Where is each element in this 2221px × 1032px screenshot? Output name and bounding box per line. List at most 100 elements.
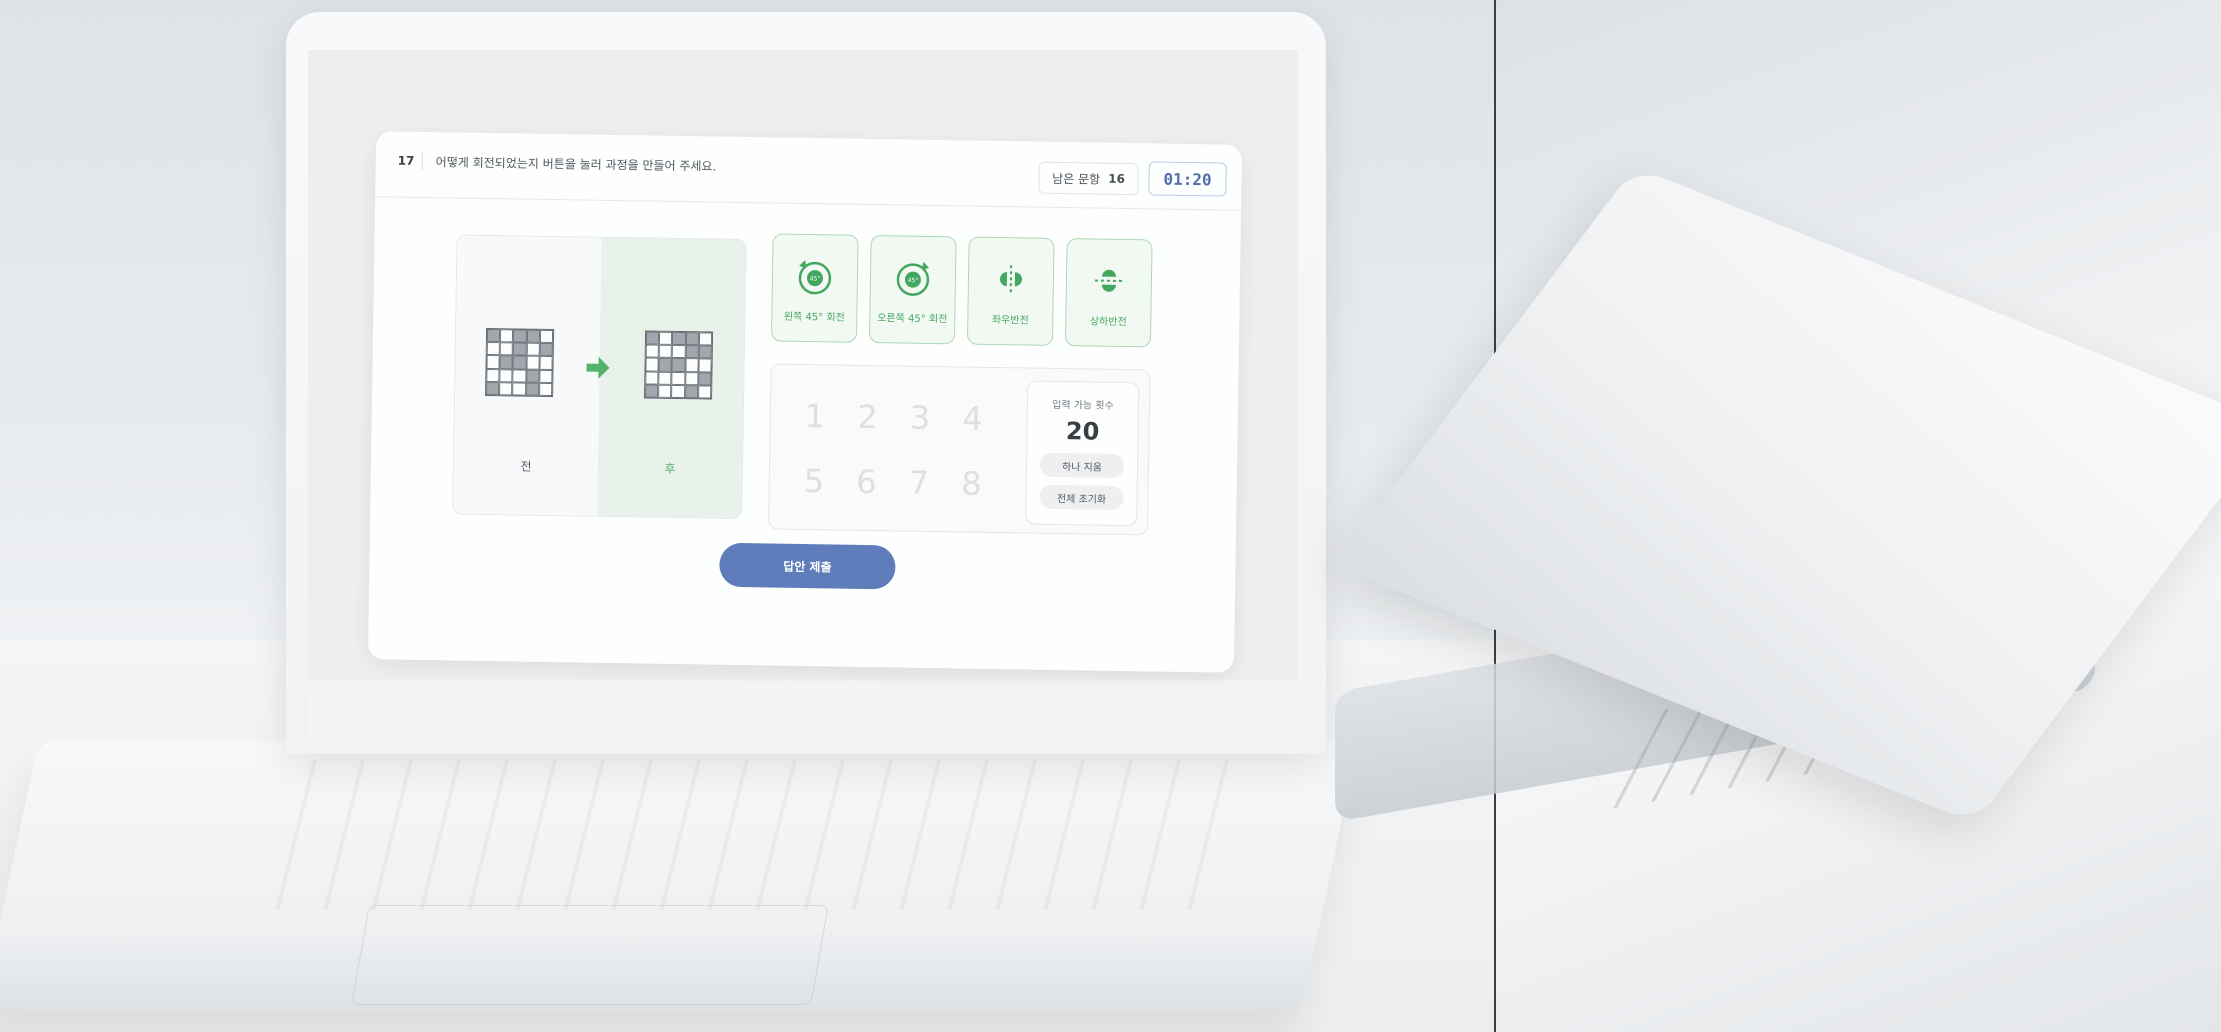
grid-cell (684, 371, 699, 386)
screen-bezel-bottom (308, 680, 1298, 742)
grid-cell (486, 328, 501, 343)
remaining-questions-badge: 남은 문항 16 (1038, 161, 1139, 196)
grid-cell (499, 381, 513, 396)
grid-cell (671, 371, 686, 385)
grid-cell (658, 344, 673, 359)
step-slot-5: 5 (803, 461, 825, 500)
laptop-keyboard (231, 760, 1269, 910)
step-slot-1: 1 (804, 396, 826, 435)
flip-vertical-button[interactable]: 상하반전 (1064, 238, 1153, 348)
grid-cell (672, 331, 686, 346)
after-grid (644, 330, 714, 400)
grid-cell (539, 356, 553, 370)
grid-cell (645, 344, 660, 359)
grid-cell (645, 371, 659, 385)
question-header: 17 어떻게 회전되었는지 버튼을 눌러 과정을 만들어 주세요. 남은 문항 … (375, 131, 1243, 211)
grid-cell (698, 332, 713, 346)
input-count-value: 20 (1065, 417, 1100, 446)
grid-cell (513, 329, 527, 343)
grid-cell (685, 332, 699, 346)
input-count-box: 입력 가능 횟수 20 하나 지움 전체 초기화 (1025, 380, 1140, 527)
grid-cell (659, 331, 673, 346)
rotate-right-badge: 45° (908, 277, 919, 284)
grid-cell (539, 329, 554, 344)
grid-cell (525, 369, 540, 383)
rotate-right-45-button[interactable]: 45° 오른쪽 45° 회전 (868, 235, 957, 345)
grid-cell (697, 385, 712, 399)
flip-horizontal-button[interactable]: 좌우반전 (966, 236, 1055, 346)
remaining-label: 남은 문항 (1052, 171, 1101, 187)
grid-cell (658, 358, 673, 372)
before-after-panel: 전 후 (452, 234, 747, 520)
transform-tools: 45° 왼쪽 45° 회전 45° 오른쪽 45° 회전 좌우반전 상하반전 (770, 233, 1153, 357)
grid-cell (513, 342, 527, 357)
countdown-timer: 01:20 (1148, 161, 1227, 197)
question-number: 17 (397, 153, 415, 168)
question-text: 어떻게 회전되었는지 버튼을 눌러 과정을 만들어 주세요. (435, 155, 717, 174)
grid-cell (526, 342, 540, 357)
rotate-left-45-icon: 45° (798, 259, 832, 294)
grid-cell (538, 382, 553, 397)
step-slot-2: 2 (857, 397, 878, 436)
grid-cell (645, 331, 660, 345)
grid-cell (512, 369, 527, 383)
grid-cell (685, 345, 699, 359)
grid-cell (499, 355, 514, 370)
grid-cell (486, 368, 500, 382)
grid-cell (525, 382, 540, 396)
closed-laptop (1334, 166, 2221, 824)
grid-cell (499, 368, 513, 383)
grid-cell (499, 342, 514, 356)
flip-horizontal-icon (999, 264, 1022, 293)
after-label: 후 (664, 461, 676, 476)
grid-cell (658, 371, 672, 385)
grid-cell (486, 342, 501, 356)
grid-cell (684, 384, 699, 399)
grid-cell (526, 356, 540, 370)
step-number-grid: 1 2 3 4 5 6 7 8 (787, 383, 999, 516)
input-count-label: 입력 가능 횟수 (1052, 399, 1114, 412)
rotate-right-45-icon: 45° (896, 261, 930, 296)
grid-cell (539, 343, 553, 357)
grid-cell (671, 358, 686, 372)
grid-cell (486, 355, 500, 369)
flip-horizontal-label: 좌우반전 (991, 314, 1029, 327)
undo-one-button[interactable]: 하나 지움 (1039, 452, 1125, 479)
grid-cell (698, 358, 712, 373)
before-label: 전 (520, 459, 532, 474)
grid-cell (526, 329, 540, 344)
step-slot-6: 6 (856, 462, 877, 501)
grid-cell (698, 371, 712, 386)
grid-cell (486, 381, 500, 396)
grid-cell (512, 355, 527, 370)
grid-cell (685, 358, 699, 372)
grid-cell (512, 382, 526, 396)
before-grid (485, 327, 555, 398)
test-app-window: 17 어떻게 회전되었는지 버튼을 눌러 과정을 만들어 주세요. 남은 문항 … (367, 131, 1243, 673)
step-slot-7: 7 (908, 463, 930, 502)
header-separator (421, 151, 423, 170)
rotate-right-45-label: 오른쪽 45° 회전 (877, 312, 948, 325)
flip-vertical-label: 상하반전 (1089, 315, 1127, 328)
rotate-left-45-label: 왼쪽 45° 회전 (783, 311, 845, 324)
grid-cell (645, 357, 659, 372)
grid-cell (672, 345, 686, 359)
before-panel: 전 (453, 235, 602, 516)
right-arrow-icon (586, 356, 610, 379)
submit-answer-button[interactable]: 답안 제출 (719, 542, 896, 590)
rotate-left-badge: 45° (810, 275, 821, 282)
grid-cell (698, 345, 712, 359)
grid-cell (645, 384, 659, 398)
grid-cell (500, 329, 514, 343)
sequence-keypad: 1 2 3 4 5 6 7 8 입력 가능 횟수 20 하나 지움 전체 초기화 (767, 363, 1151, 536)
flip-vertical-icon (1094, 269, 1123, 292)
step-slot-3: 3 (909, 398, 931, 437)
rotate-left-45-button[interactable]: 45° 왼쪽 45° 회전 (770, 233, 859, 343)
grid-cell (539, 369, 553, 383)
reset-all-button[interactable]: 전체 초기화 (1039, 484, 1124, 511)
laptop-trackpad (351, 905, 829, 1005)
step-slot-8: 8 (961, 463, 982, 503)
grid-cell (658, 384, 672, 398)
grid-cell (671, 384, 685, 399)
after-panel: 후 (597, 237, 746, 519)
